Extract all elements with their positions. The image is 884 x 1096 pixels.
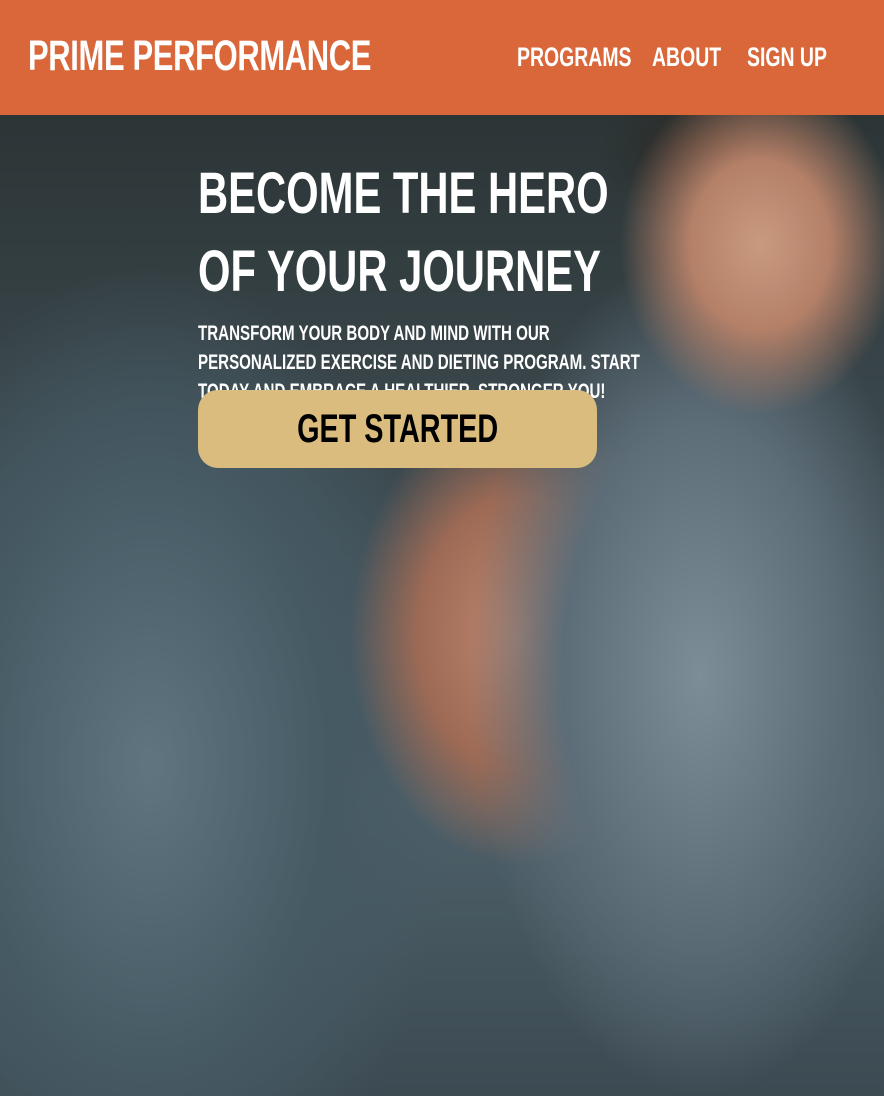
get-started-label: GET STARTED [296, 407, 499, 451]
hero-subtitle-line-1: TRANSFORM YOUR BODY AND MIND WITH OUR [198, 322, 550, 345]
get-started-button[interactable]: GET STARTED [198, 390, 597, 468]
nav-programs[interactable]: PROGRAMS [517, 42, 631, 73]
hero-title-line-2: OF YOUR JOURNEY [198, 239, 601, 304]
hero-copy: BECOME THE HERO OF YOUR JOURNEY TRANSFOR… [198, 155, 812, 406]
site-header: PRIME PERFORMANCE PROGRAMS ABOUT SIGN UP [0, 0, 884, 115]
nav-about[interactable]: ABOUT [652, 42, 721, 73]
nav-sign-up[interactable]: SIGN UP [747, 42, 827, 73]
hero-title-line-1: BECOME THE HERO [198, 161, 609, 226]
logo[interactable]: PRIME PERFORMANCE [28, 32, 371, 81]
hero-section: BECOME THE HERO OF YOUR JOURNEY TRANSFOR… [0, 115, 884, 1096]
hero-subtitle-line-2: PERSONALIZED EXERCISE AND DIETING PROGRA… [198, 351, 640, 374]
